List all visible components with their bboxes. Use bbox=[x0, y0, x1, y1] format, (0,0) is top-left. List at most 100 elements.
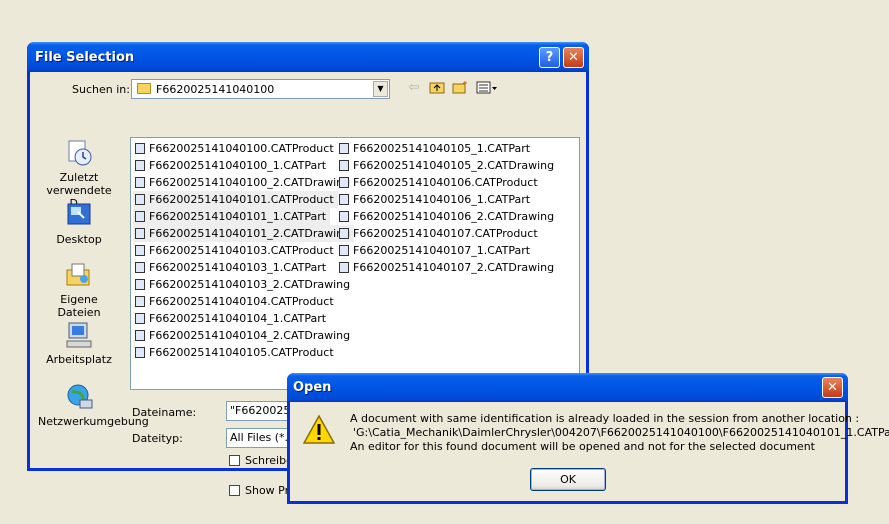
file-item[interactable]: F6620025141040105_1.CATPart bbox=[337, 140, 534, 157]
filetype-label: Dateityp: bbox=[132, 432, 183, 445]
file-item[interactable]: F6620025141040101_2.CATDrawing bbox=[133, 225, 355, 242]
file-item[interactable]: F6620025141040103.CATProduct bbox=[133, 242, 338, 259]
folder-icon bbox=[137, 83, 151, 94]
file-item[interactable]: F6620025141040105_2.CATDrawing bbox=[337, 157, 558, 174]
message-line-2: 'G:\Catia_Mechanik\DaimlerChrysler\00420… bbox=[353, 426, 889, 439]
file-name: F6620025141040107_1.CATPart bbox=[353, 244, 531, 257]
file-item[interactable]: F6620025141040106_1.CATPart bbox=[337, 191, 534, 208]
file-name: F6620025141040104_2.CATDrawing bbox=[149, 329, 351, 342]
file-list[interactable]: F6620025141040100.CATProduct F66200251410… bbox=[130, 137, 580, 390]
readonly-checkbox[interactable] bbox=[229, 455, 240, 466]
open-dialog: Open ✕ A document with same identificati… bbox=[287, 373, 889, 504]
catia-file-icon bbox=[339, 194, 349, 205]
file-name: F6620025141040103_1.CATPart bbox=[149, 261, 327, 274]
look-in-label: Suchen in: bbox=[72, 83, 130, 96]
file-item[interactable]: F6620025141040104_2.CATDrawing bbox=[133, 327, 354, 344]
catia-file-icon bbox=[135, 228, 145, 239]
network-places-icon bbox=[67, 384, 93, 409]
readonly-label: Schreibg bbox=[245, 454, 294, 467]
file-item[interactable]: F6620025141040105.CATProduct bbox=[133, 344, 338, 361]
file-item[interactable]: F6620025141040101.CATProduct bbox=[133, 191, 338, 208]
file-item[interactable]: F6620025141040103_1.CATPart bbox=[133, 259, 330, 276]
file-item[interactable]: F6620025141040101_1.CATPart bbox=[133, 208, 331, 225]
file-name: F6620025141040101_1.CATPart bbox=[149, 210, 327, 223]
file-name: F6620025141040107_2.CATDrawing bbox=[353, 261, 555, 274]
place-desktop[interactable]: Desktop bbox=[38, 200, 120, 246]
file-name: F6620025141040105_2.CATDrawing bbox=[353, 159, 555, 172]
warning-icon bbox=[303, 414, 335, 444]
message-line-1: A document with same identification is a… bbox=[350, 412, 860, 425]
look-in-value: F6620025141040100 bbox=[156, 83, 275, 96]
file-name: F6620025141040103.CATProduct bbox=[149, 244, 334, 257]
catia-file-icon bbox=[339, 160, 349, 171]
catia-file-icon bbox=[135, 330, 145, 341]
back-icon[interactable]: ⇦ bbox=[405, 80, 423, 96]
catia-file-icon bbox=[135, 313, 145, 324]
file-item[interactable]: F6620025141040104.CATProduct bbox=[133, 293, 338, 310]
place-my-documents[interactable]: Eigene Dateien bbox=[38, 260, 120, 319]
file-name: F6620025141040100_1.CATPart bbox=[149, 159, 327, 172]
file-name: F6620025141040101_2.CATDrawing bbox=[149, 227, 351, 240]
catia-file-icon bbox=[135, 211, 145, 222]
file-name: F6620025141040105.CATProduct bbox=[149, 346, 334, 359]
catia-file-icon bbox=[135, 177, 145, 188]
open-dialog-close-button[interactable]: ✕ bbox=[822, 377, 843, 398]
file-item[interactable]: F6620025141040106.CATProduct bbox=[337, 174, 542, 191]
show-preview-checkbox[interactable] bbox=[229, 485, 240, 496]
message-line-3: An editor for this found document will b… bbox=[350, 440, 815, 453]
close-button[interactable]: ✕ bbox=[563, 47, 584, 68]
catia-file-icon bbox=[135, 194, 145, 205]
catia-file-icon bbox=[339, 245, 349, 256]
file-item[interactable]: F6620025141040100.CATProduct bbox=[133, 140, 338, 157]
open-dialog-titlebar[interactable]: Open ✕ bbox=[287, 373, 848, 402]
file-name: F6620025141040101.CATProduct bbox=[149, 193, 334, 206]
catia-file-icon bbox=[135, 160, 145, 171]
catia-file-icon bbox=[339, 262, 349, 273]
file-name: F6620025141040106_2.CATDrawing bbox=[353, 210, 555, 223]
place-network[interactable]: Netzwerkumgebung bbox=[38, 382, 149, 428]
file-name: F6620025141040104.CATProduct bbox=[149, 295, 334, 308]
file-name: F6620025141040100_2.CATDrawing bbox=[149, 176, 351, 189]
catia-file-icon bbox=[135, 347, 145, 358]
file-item[interactable]: F6620025141040107_1.CATPart bbox=[337, 242, 534, 259]
catia-file-icon bbox=[135, 262, 145, 273]
place-my-documents-label: Eigene Dateien bbox=[57, 293, 101, 319]
help-button[interactable]: ? bbox=[539, 47, 560, 68]
up-folder-icon[interactable] bbox=[428, 80, 446, 96]
show-preview-label: Show Pr bbox=[245, 484, 290, 497]
ok-button[interactable]: OK bbox=[530, 468, 606, 491]
file-name: F6620025141040100.CATProduct bbox=[149, 142, 334, 155]
place-my-computer-label: Arbeitsplatz bbox=[46, 353, 112, 366]
open-dialog-title: Open bbox=[293, 380, 332, 395]
file-selection-titlebar[interactable]: File Selection ? ✕ bbox=[27, 42, 589, 72]
file-item[interactable]: F6620025141040100_1.CATPart bbox=[133, 157, 330, 174]
file-item[interactable]: F6620025141040107.CATProduct bbox=[337, 225, 542, 242]
file-name: F6620025141040103_2.CATDrawing bbox=[149, 278, 351, 291]
file-item[interactable]: F6620025141040107_2.CATDrawing bbox=[337, 259, 558, 276]
file-name: F6620025141040106_1.CATPart bbox=[353, 193, 531, 206]
catia-file-icon bbox=[339, 177, 349, 188]
file-selection-title: File Selection bbox=[35, 50, 135, 65]
file-item[interactable]: F6620025141040104_1.CATPart bbox=[133, 310, 330, 327]
file-item[interactable]: F6620025141040100_2.CATDrawing bbox=[133, 174, 354, 191]
file-name: F6620025141040106.CATProduct bbox=[353, 176, 538, 189]
catia-file-icon bbox=[135, 279, 145, 290]
file-item[interactable]: F6620025141040106_2.CATDrawing bbox=[337, 208, 558, 225]
catia-file-icon bbox=[135, 143, 145, 154]
chevron-down-icon[interactable]: ▼ bbox=[373, 81, 388, 97]
new-folder-icon[interactable] bbox=[451, 80, 469, 96]
look-in-combo[interactable]: F6620025141040100 ▼ bbox=[131, 79, 390, 99]
view-menu-icon[interactable] bbox=[475, 80, 499, 96]
place-my-computer[interactable]: Arbeitsplatz bbox=[38, 320, 120, 366]
catia-file-icon bbox=[339, 211, 349, 222]
catia-file-icon bbox=[135, 245, 145, 256]
file-name: F6620025141040107.CATProduct bbox=[353, 227, 538, 240]
my-computer-icon bbox=[66, 322, 92, 348]
filename-label: Dateiname: bbox=[132, 406, 197, 419]
place-desktop-label: Desktop bbox=[56, 233, 102, 246]
my-documents-icon bbox=[66, 263, 90, 286]
file-name: F6620025141040104_1.CATPart bbox=[149, 312, 327, 325]
file-item[interactable]: F6620025141040103_2.CATDrawing bbox=[133, 276, 354, 293]
desktop-icon bbox=[67, 203, 91, 225]
catia-file-icon bbox=[339, 228, 349, 239]
